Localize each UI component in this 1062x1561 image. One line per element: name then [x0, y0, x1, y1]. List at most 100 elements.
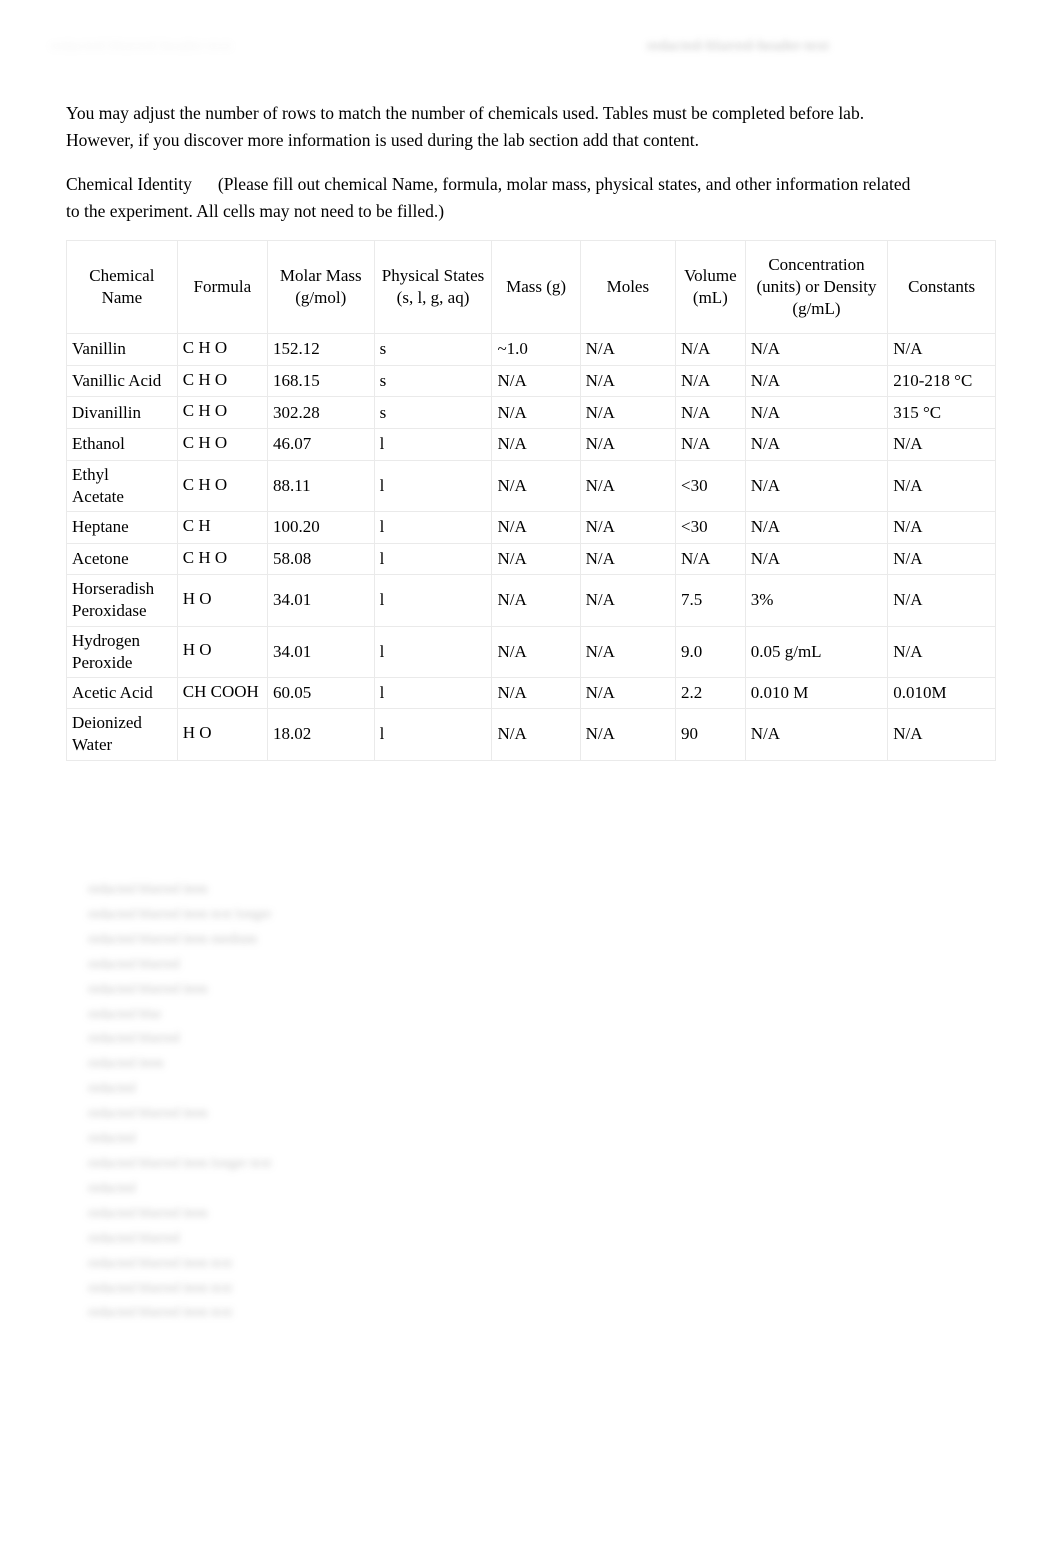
list-item: redacted blurred item [88, 882, 208, 897]
chemical-name-line-1: Ethanol [72, 434, 125, 454]
list-item: redacted blurred item [88, 1205, 208, 1221]
cell-molar-mass: 152.12 [266, 333, 375, 366]
cell-concentration: N/A [744, 333, 889, 366]
cell-concentration: 0.010 M [744, 676, 889, 710]
cell-moles: N/A [579, 574, 677, 627]
cell-moles: N/A [579, 510, 677, 544]
column-header-moles-line1: Moles [606, 277, 650, 297]
table-row: Hydrogen Peroxide H O2 2 34.01 l N/A N/A 9.0 0.0… [66, 625, 996, 678]
formula-subscripts: 2 2 [211, 650, 226, 663]
column-header-volume-line2: (mL) [692, 288, 728, 307]
cell-volume: N/A [675, 428, 746, 461]
cell-physical-state: l [373, 428, 493, 461]
chemical-name-line-2: Peroxidase [72, 601, 147, 621]
cell-physical-state: l [373, 625, 493, 678]
formula-subscripts: 3 6 [227, 558, 241, 571]
cell-physical-state: s [373, 364, 493, 398]
cell-chemical-name: Heptane [66, 510, 178, 544]
table-body: Vanillin C H O8 8 3 152.12 s ~1.0 N/A N/A N/A N/… [66, 333, 996, 761]
cell-constants: N/A [887, 333, 996, 366]
table-row: Vanillin C H O8 8 3 152.12 s ~1.0 N/A N/A N/A N/… [66, 333, 996, 366]
cell-molar-mass: 302.28 [266, 396, 375, 430]
chemical-name-line-1: Deionized [72, 713, 142, 733]
chemical-name-line-1: Heptane [72, 517, 129, 537]
cell-chemical-name: Deionized Water [66, 708, 178, 761]
table-header-row-group: Chemical Name Formula Molar Mass (g/mol)… [66, 240, 996, 334]
formula-main: H O [182, 640, 212, 660]
chemical-name-line-1: Acetic Acid [72, 682, 153, 702]
chemical-identity-note-line-2: to the experiment. All cells may not nee… [66, 200, 445, 221]
formula-main: CH COOH [182, 681, 259, 701]
list-item: redacted blurred item text [88, 1305, 233, 1321]
column-header-constants-line1: Constants [908, 277, 976, 297]
cell-chemical-name: Divanillin [66, 396, 178, 430]
formula-main: C H O [182, 369, 228, 389]
cell-concentration: N/A [744, 542, 889, 576]
cell-constants: N/A [887, 708, 996, 761]
page-header-right-text: redacted-blurred-header-text [647, 38, 830, 54]
column-header-moles: Moles [579, 240, 677, 334]
column-header-constants: Constants [887, 240, 996, 334]
cell-formula: C H O3 6 [176, 542, 268, 576]
cell-constants: N/A [887, 459, 996, 512]
cell-physical-state: l [373, 676, 493, 710]
table-row: Vanillic Acid C H O8 8 4 168.15 s N/A N/A N/A N… [66, 364, 996, 398]
cell-chemical-name: Vanillin [66, 333, 178, 366]
formula-main: C H O [182, 547, 228, 567]
table-header-row: Chemical Name Formula Molar Mass (g/mol)… [66, 240, 996, 334]
cell-physical-state: l [373, 574, 493, 627]
intro-spacer [66, 153, 996, 171]
formula-subscripts: 2 [211, 733, 218, 746]
cell-mass: N/A [491, 459, 581, 512]
cell-mass: N/A [491, 510, 581, 544]
cell-formula: C H7 16 [176, 510, 268, 544]
cell-constants: N/A [887, 574, 996, 627]
cell-volume: N/A [675, 396, 746, 430]
chemical-name-line-1: Vanillic Acid [72, 370, 162, 390]
formula-subscripts: 2 6 [227, 443, 241, 456]
chemical-name-line-2: Acetate [72, 486, 124, 506]
column-header-concentration-line2: (units) or Density [756, 277, 877, 297]
column-header-chemical-name-line2: Name [101, 288, 143, 307]
chemical-name-line-1: Vanillin [72, 339, 126, 359]
cell-physical-state: l [373, 459, 493, 512]
cell-concentration: N/A [744, 396, 889, 430]
cell-physical-state: s [373, 333, 493, 366]
cell-molar-mass: 60.05 [266, 676, 375, 710]
table-row: Ethanol C H O2 6 46.07 l N/A N/A N/A N/A N/A [66, 428, 996, 461]
table-row: Deionized Water H O2 18.02 l N/A N/A 90 N/A N/A [66, 708, 996, 761]
table-row: Acetic Acid CH COOH3 60.05 l N/A N/A 2.2 0.010 … [66, 676, 996, 710]
column-header-concentration-line3: (g/mL) [792, 298, 841, 318]
column-header-chemical-name-line1: Chemical [89, 266, 155, 286]
cell-moles: N/A [579, 708, 677, 761]
formula-subscripts: 16 14 6 [227, 411, 261, 424]
formula-main: C H O [182, 433, 228, 453]
cell-molar-mass: 34.01 [266, 625, 375, 678]
cell-chemical-name: Acetic Acid [66, 676, 178, 710]
cell-physical-state: s [373, 396, 493, 430]
cell-physical-state: l [373, 708, 493, 761]
list-item: redacted blurred item text longer [88, 906, 272, 922]
cell-moles: N/A [579, 396, 677, 430]
cell-constants: 315 °C [887, 396, 996, 430]
table-row: Ethyl Acetate C H O4 8 2 88.11 l N/A N/A <30 N/A… [66, 459, 996, 512]
column-header-physical-states: Physical States (s, l, g, aq) [373, 240, 493, 334]
column-header-molar-mass-line2: (g/mol) [295, 288, 347, 307]
cell-chemical-name: Vanillic Acid [66, 364, 178, 398]
cell-concentration: 3% [744, 574, 889, 627]
table-row: Divanillin C H O16 14 6 302.28 s N/A N/A N/A N/… [66, 396, 996, 430]
list-item: redacted blurred item [88, 981, 208, 997]
list-item: redacted [88, 1081, 136, 1097]
chemical-name-line-1: Hydrogen [72, 630, 140, 650]
intro-text-block: You may adjust the number of rows to mat… [66, 100, 996, 224]
list-item: redacted item [88, 1056, 164, 1072]
cell-constants: N/A [887, 428, 996, 461]
column-header-chemical-name: Chemical Name [66, 240, 178, 334]
list-item: redacted blurred [88, 956, 180, 972]
column-header-formula-line1: Formula [193, 277, 252, 297]
cell-mass: N/A [491, 364, 581, 398]
list-item: redacted blurred [88, 1031, 180, 1047]
cell-molar-mass: 100.20 [266, 510, 375, 544]
cell-mass: N/A [491, 428, 581, 461]
cell-volume: 90 [675, 708, 746, 761]
